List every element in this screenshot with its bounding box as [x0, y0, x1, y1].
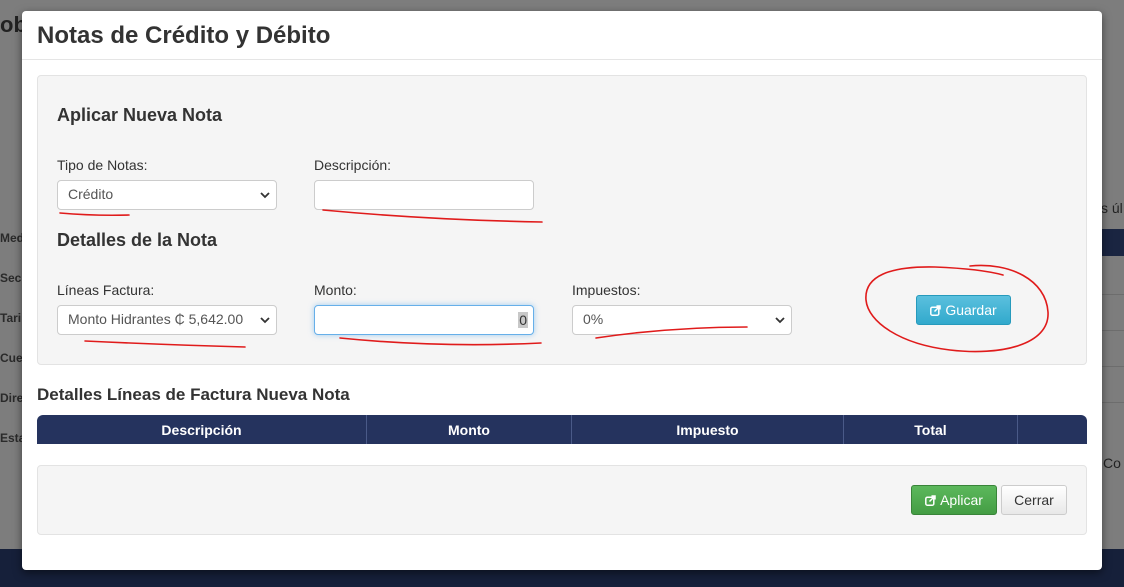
background-divider — [1101, 402, 1124, 403]
description-label: Descripción: — [314, 157, 392, 173]
note-type-select[interactable]: Crédito — [57, 180, 277, 210]
chevron-down-icon — [260, 317, 270, 324]
column-header-actions — [1018, 415, 1087, 444]
close-button[interactable]: Cerrar — [1001, 485, 1067, 515]
external-link-icon — [930, 304, 942, 316]
description-input[interactable] — [314, 180, 534, 210]
invoice-lines-label: Líneas Factura: — [57, 282, 155, 298]
background-side-item: Med — [0, 231, 24, 245]
background-divider — [1101, 366, 1124, 367]
new-note-heading: Aplicar Nueva Nota — [57, 105, 223, 125]
amount-input[interactable]: 0 — [314, 305, 534, 335]
modal-header-divider — [22, 59, 1102, 60]
background-divider — [1101, 294, 1124, 295]
credit-debit-notes-modal: Notas de Crédito y Débito Aplicar Nueva … — [22, 11, 1102, 570]
amount-label: Monto: — [314, 282, 357, 298]
apply-button[interactable]: Aplicar — [911, 485, 997, 515]
save-button[interactable]: Guardar — [916, 295, 1011, 325]
background-divider — [1101, 330, 1124, 331]
external-link-icon — [925, 494, 936, 506]
taxes-select[interactable]: 0% — [572, 305, 792, 335]
chevron-down-icon — [260, 192, 270, 199]
column-header-tax: Impuesto — [572, 415, 844, 444]
note-details-heading: Detalles de la Nota — [57, 230, 218, 250]
note-type-value: Crédito — [68, 186, 114, 202]
save-button-label: Guardar — [945, 302, 997, 318]
background-side-item: Cue — [0, 351, 23, 365]
background-side-item: Sec — [0, 271, 22, 285]
taxes-value: 0% — [583, 311, 604, 327]
modal-title: Notas de Crédito y Débito — [37, 22, 331, 49]
column-header-total: Total — [844, 415, 1018, 444]
chevron-down-icon — [775, 317, 785, 324]
taxes-label: Impuestos: — [572, 282, 641, 298]
invoice-lines-value: Monto Hidrantes ₵ 5,642.00 — [68, 311, 244, 327]
background-right-text: s úl — [1101, 200, 1123, 216]
lines-table-header: Descripción Monto Impuesto Total — [37, 415, 1087, 444]
background-right-text: Co — [1103, 455, 1121, 471]
close-button-label: Cerrar — [1014, 492, 1054, 508]
invoice-lines-select[interactable]: Monto Hidrantes ₵ 5,642.00 — [57, 305, 277, 335]
amount-value: 0 — [518, 312, 528, 328]
background-side-item: Dire — [0, 391, 24, 405]
column-header-amount: Monto — [367, 415, 572, 444]
background-table-header — [1101, 229, 1124, 256]
background-side-item: Tari — [0, 311, 22, 325]
apply-button-label: Aplicar — [940, 492, 983, 508]
lines-table-heading: Detalles Líneas de Factura Nueva Nota — [37, 385, 350, 404]
note-type-label: Tipo de Notas: — [57, 157, 148, 173]
column-header-description: Descripción — [37, 415, 367, 444]
